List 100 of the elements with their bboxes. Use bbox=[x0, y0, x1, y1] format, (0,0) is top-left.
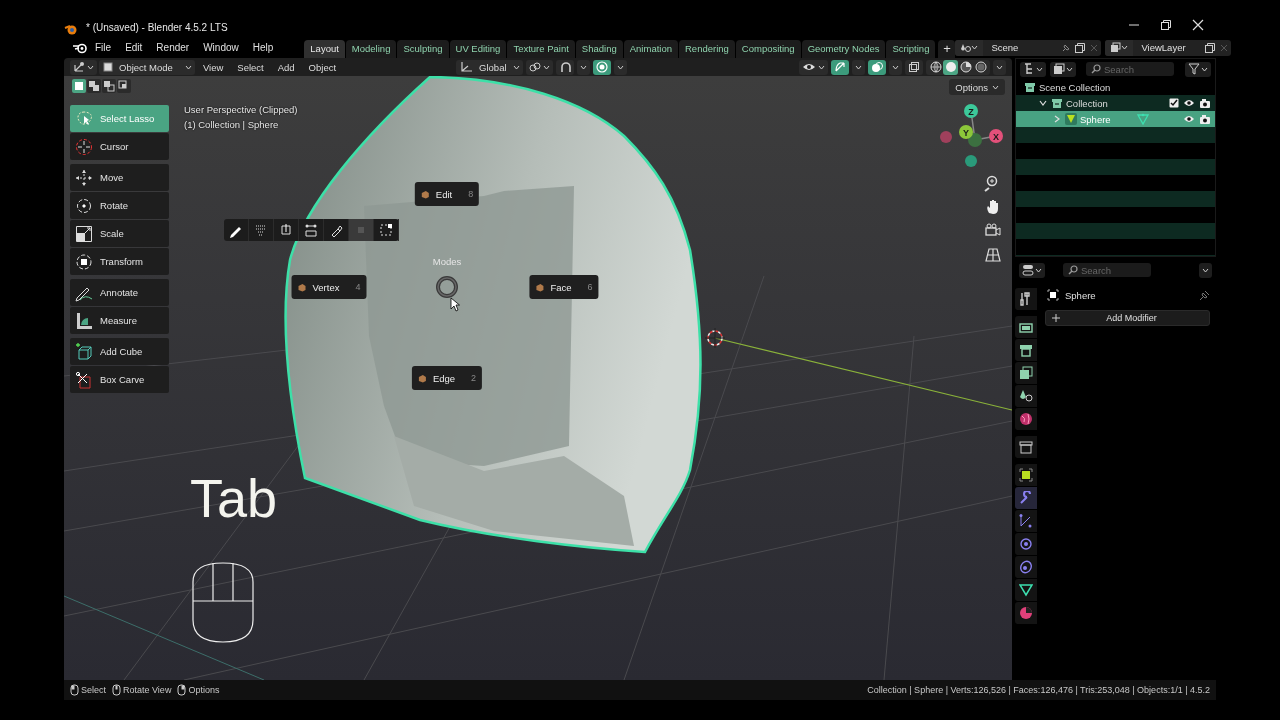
menu-item[interactable]: Render bbox=[149, 39, 197, 57]
workspace-tab[interactable]: Animation bbox=[623, 40, 678, 58]
close-icon[interactable] bbox=[1192, 18, 1204, 31]
tool-button[interactable]: Box Carve bbox=[70, 366, 169, 393]
workspace-tab[interactable]: Compositing bbox=[735, 40, 801, 58]
options-dropdown[interactable]: Options bbox=[949, 79, 1005, 95]
workspace-tab[interactable]: Scripting bbox=[886, 40, 936, 58]
particles-icon[interactable] bbox=[1019, 514, 1033, 528]
menu-item[interactable]: Help bbox=[245, 39, 281, 57]
pie-menu-item[interactable]: Edit 8 bbox=[414, 182, 480, 206]
search-field[interactable]: Search bbox=[1086, 62, 1174, 76]
search-field[interactable]: Search bbox=[1063, 263, 1151, 277]
add-modifier-button[interactable]: Add Modifier bbox=[1045, 310, 1210, 326]
menu-item[interactable]: File bbox=[88, 39, 119, 57]
shading-button[interactable] bbox=[943, 59, 958, 75]
tool-button[interactable]: Rotate bbox=[70, 192, 169, 219]
link-icon bbox=[528, 61, 541, 73]
target-icon bbox=[595, 61, 608, 73]
add-workspace-button[interactable]: + bbox=[938, 40, 956, 58]
eye-icon[interactable] bbox=[1183, 114, 1195, 124]
select-mode-button[interactable] bbox=[117, 79, 131, 93]
workspace-tab[interactable]: UV Editing bbox=[449, 40, 507, 58]
shading-button[interactable] bbox=[928, 59, 943, 75]
grid-icon[interactable] bbox=[984, 246, 1002, 264]
menu-item[interactable]: Edit bbox=[118, 39, 150, 57]
object-icon bbox=[1047, 289, 1059, 301]
menu-item[interactable]: Object bbox=[302, 59, 343, 75]
filter-button[interactable] bbox=[1185, 61, 1211, 77]
tool-button[interactable]: Cursor bbox=[70, 133, 169, 160]
shading-button[interactable] bbox=[973, 59, 988, 75]
pie-menu-item[interactable]: Face 6 bbox=[529, 275, 599, 299]
material-icon bbox=[959, 61, 972, 73]
editor-type-button[interactable] bbox=[1020, 61, 1046, 77]
visibility-dropdown[interactable] bbox=[799, 59, 828, 75]
workspace-tab[interactable]: Layout bbox=[304, 40, 345, 58]
constraints-icon[interactable] bbox=[1019, 560, 1033, 574]
tool-icon[interactable] bbox=[1019, 292, 1033, 306]
images-icon[interactable] bbox=[1019, 366, 1033, 380]
workspace-tab[interactable]: Rendering bbox=[679, 40, 735, 58]
overlay-toggle[interactable] bbox=[868, 59, 886, 75]
workspace-tab[interactable]: Texture Paint bbox=[507, 40, 575, 58]
menu-item[interactable]: Window bbox=[196, 39, 246, 57]
menu-item[interactable]: Add bbox=[271, 59, 301, 75]
tool-button[interactable]: Scale bbox=[70, 220, 169, 247]
tool-button[interactable]: Measure bbox=[70, 307, 169, 334]
menu-item[interactable]: Select bbox=[231, 59, 270, 75]
display-mode-button[interactable] bbox=[1050, 61, 1076, 77]
tool-button[interactable]: Transform bbox=[70, 248, 169, 275]
object-icon[interactable] bbox=[1019, 468, 1033, 482]
pivot-dropdown[interactable] bbox=[525, 59, 553, 75]
tool-button[interactable]: Move bbox=[70, 164, 169, 191]
restore-icon[interactable] bbox=[1160, 18, 1172, 31]
dropdown-button[interactable] bbox=[1199, 262, 1212, 278]
menu-item[interactable]: View bbox=[196, 59, 230, 75]
scene-type-button[interactable] bbox=[955, 39, 984, 56]
pin-icon[interactable] bbox=[1198, 289, 1210, 301]
select-mode-button[interactable] bbox=[102, 79, 116, 93]
scene-icon[interactable] bbox=[1019, 389, 1033, 403]
workspace-tab[interactable]: Shading bbox=[575, 40, 623, 58]
view-layer-type-button[interactable] bbox=[1105, 39, 1134, 56]
navigation-gizmo[interactable]: Z Y X bbox=[938, 102, 1006, 170]
options-dropdown[interactable] bbox=[613, 59, 627, 75]
tool-button[interactable]: Annotate bbox=[70, 279, 169, 306]
tool-button[interactable]: Add Cube bbox=[70, 338, 169, 365]
snap-toggle[interactable] bbox=[555, 59, 574, 75]
select-mode-button[interactable] bbox=[87, 79, 101, 93]
options-dropdown[interactable] bbox=[889, 59, 902, 75]
shading-button[interactable] bbox=[958, 59, 973, 75]
mesh-data-icon[interactable] bbox=[1019, 583, 1033, 597]
copy-icon[interactable] bbox=[1073, 40, 1088, 55]
shading-options-dropdown[interactable] bbox=[993, 59, 1006, 75]
material-icon[interactable] bbox=[1019, 606, 1033, 620]
outliner-row[interactable]: Scene Collection bbox=[1016, 79, 1215, 95]
copy-icon[interactable] bbox=[1203, 40, 1218, 55]
pie-menu-item[interactable]: Edge 2 bbox=[411, 366, 483, 390]
options-dropdown[interactable] bbox=[852, 59, 865, 75]
filter-icon bbox=[1188, 63, 1200, 75]
options-dropdown[interactable] bbox=[576, 59, 590, 75]
proportional-toggle[interactable] bbox=[592, 59, 611, 75]
editor-type-button[interactable] bbox=[70, 59, 97, 75]
xray-toggle[interactable] bbox=[905, 59, 923, 75]
orientation-dropdown[interactable]: Global bbox=[456, 59, 523, 75]
mode-dropdown[interactable]: Object Mode bbox=[99, 59, 195, 75]
editor-type-button[interactable] bbox=[1019, 262, 1045, 278]
eye-icon[interactable] bbox=[1183, 98, 1195, 108]
printer-icon[interactable] bbox=[1019, 343, 1033, 357]
wrench-icon[interactable] bbox=[1019, 491, 1033, 505]
pie-menu-item[interactable]: Vertex 4 bbox=[291, 275, 367, 299]
physics-icon[interactable] bbox=[1019, 537, 1033, 551]
caret-icon bbox=[1036, 66, 1043, 72]
checkbox[interactable] bbox=[1169, 98, 1179, 108]
globe-icon[interactable] bbox=[1019, 412, 1033, 426]
square-icon bbox=[88, 80, 100, 92]
collection-icon[interactable] bbox=[1019, 440, 1033, 454]
gizmo-toggle[interactable] bbox=[831, 59, 849, 75]
workspace-tab[interactable]: Modeling bbox=[345, 40, 397, 58]
workspace-tab[interactable]: Sculpting bbox=[397, 40, 449, 58]
workspace-tab[interactable]: Geometry Nodes bbox=[801, 40, 886, 58]
outliner-row[interactable]: Collection bbox=[1016, 95, 1215, 111]
blender-logo-icon[interactable] bbox=[72, 42, 88, 54]
